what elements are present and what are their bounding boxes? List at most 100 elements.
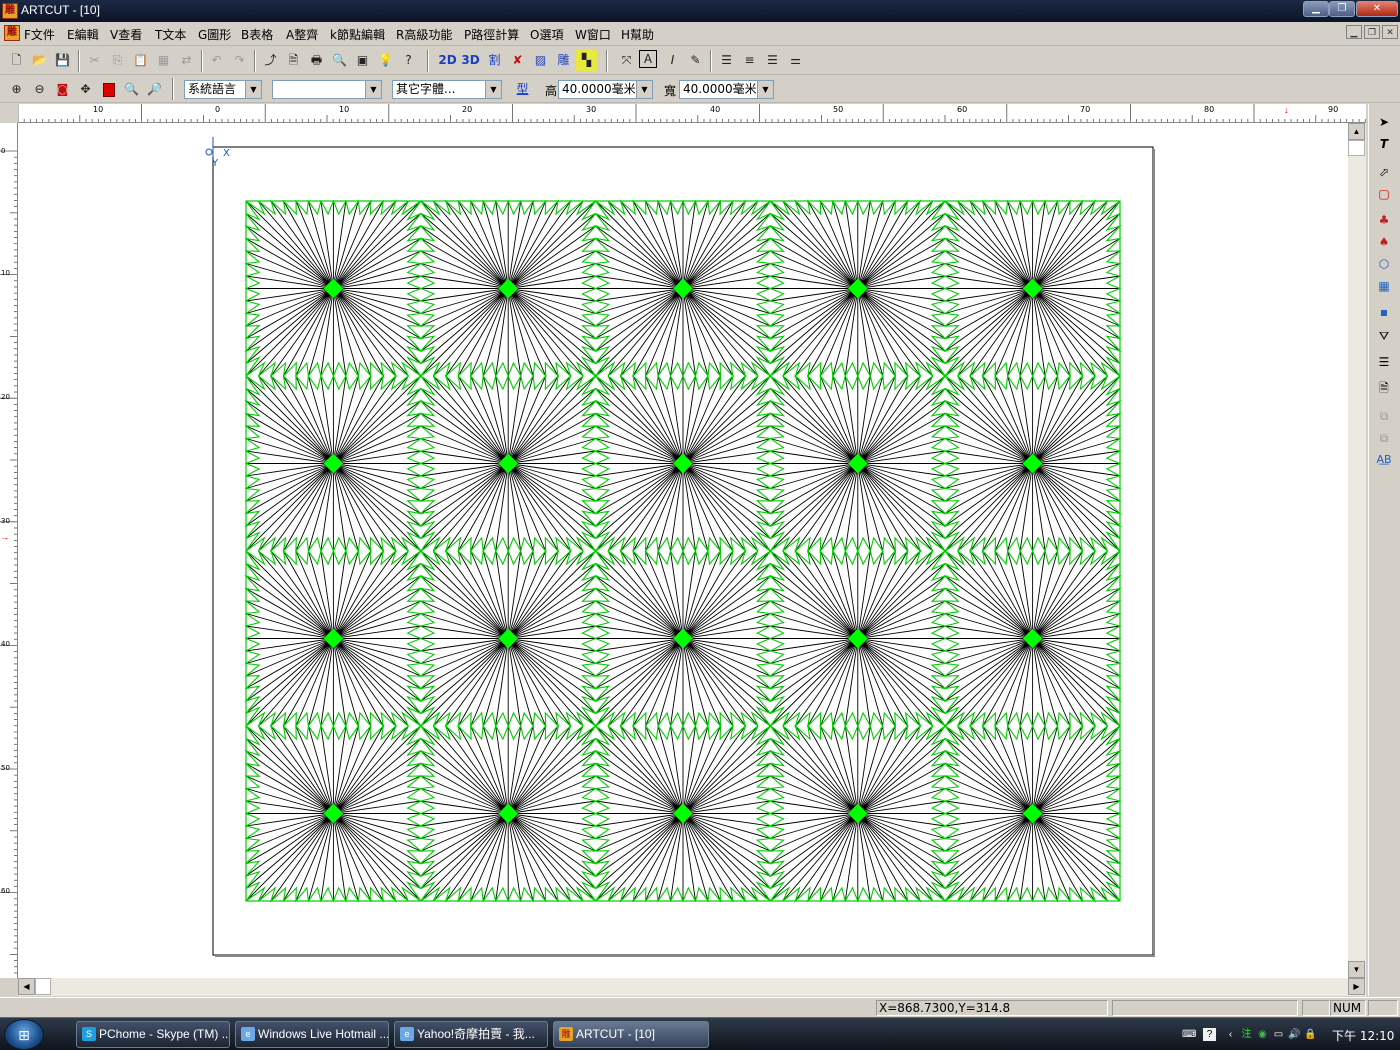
starburst-cell[interactable] bbox=[943, 199, 1122, 378]
menu-help[interactable]: H幫助 bbox=[621, 26, 654, 43]
taskbar-item-hotmail[interactable]: e Windows Live Hotmail ... bbox=[235, 1021, 389, 1048]
starburst-cell[interactable] bbox=[768, 724, 947, 903]
horizontal-scrollbar[interactable]: ◀ ▶ bbox=[18, 978, 1366, 996]
starburst-cell[interactable] bbox=[943, 549, 1122, 728]
menu-text[interactable]: T文本 bbox=[155, 26, 186, 43]
mdi-minimize-button[interactable]: ▁ bbox=[1346, 25, 1362, 39]
vertical-scrollbar[interactable]: ▲ ▼ bbox=[1348, 123, 1366, 978]
node-tool-icon[interactable]: ⤧ bbox=[616, 50, 637, 71]
menu-graphic[interactable]: G圖形 bbox=[198, 26, 231, 43]
mode-2d-button[interactable]: 2D bbox=[437, 50, 458, 71]
taskbar-item-yahoo[interactable]: e Yahoo!奇摩拍賣 - 我... bbox=[394, 1021, 548, 1048]
node-edit-icon[interactable]: ⬀ bbox=[1373, 162, 1395, 182]
zoom-all-icon[interactable]: 🔎 bbox=[144, 79, 165, 100]
help-tray-icon[interactable]: ? bbox=[1203, 1028, 1216, 1041]
other-font-select[interactable]: 其它字體... ▼ bbox=[392, 80, 502, 99]
document-icon[interactable]: 雕 bbox=[4, 25, 20, 41]
layer-tool-icon[interactable]: ⧉ bbox=[1373, 406, 1395, 426]
carve-output-button[interactable]: 雕 bbox=[553, 50, 574, 71]
mdi-restore-button[interactable]: ❐ bbox=[1364, 25, 1380, 39]
replace-icon[interactable]: ⇄ bbox=[176, 50, 197, 71]
scroll-down-arrow-icon[interactable]: ▼ bbox=[1348, 961, 1365, 978]
height-field[interactable]: 40.0000毫米 ▼ bbox=[558, 80, 653, 99]
close-button[interactable]: ✕ bbox=[1356, 1, 1398, 17]
starburst-cell[interactable] bbox=[768, 549, 947, 728]
language-select[interactable]: 系統語言 ▼ bbox=[184, 80, 262, 99]
starburst-cell[interactable] bbox=[943, 724, 1122, 903]
export-icon[interactable]: 🗎 bbox=[283, 50, 304, 71]
starburst-cell[interactable] bbox=[768, 199, 947, 378]
menu-align[interactable]: A整齊 bbox=[286, 26, 318, 43]
plotter-icon[interactable]: ▚ bbox=[576, 50, 597, 71]
menu-advanced[interactable]: R高級功能 bbox=[396, 26, 452, 43]
menu-view[interactable]: V查看 bbox=[110, 26, 142, 43]
pan-icon[interactable]: ✥ bbox=[75, 79, 96, 100]
design-artwork[interactable]: X Y bbox=[18, 123, 1348, 978]
starburst-cell[interactable] bbox=[244, 374, 423, 553]
starburst-cell[interactable] bbox=[593, 724, 773, 903]
starburst-cell[interactable] bbox=[244, 724, 423, 903]
horizontal-scroll-thumb[interactable] bbox=[35, 978, 51, 995]
type-style-button[interactable]: 型 bbox=[512, 79, 533, 100]
starburst-cell[interactable] bbox=[768, 374, 947, 553]
show-hidden-icon[interactable]: ‹ bbox=[1224, 1028, 1237, 1041]
hatch-icon[interactable]: ▨ bbox=[530, 50, 551, 71]
taskbar-item-skype[interactable]: S PChome - Skype (TM) ... bbox=[76, 1021, 230, 1048]
page-tool-icon[interactable]: 🗎 bbox=[1373, 378, 1395, 398]
save-icon[interactable]: 💾 bbox=[52, 50, 73, 71]
shield-icon[interactable]: ◉ bbox=[1256, 1028, 1269, 1041]
starburst-cell[interactable] bbox=[943, 374, 1122, 553]
print-icon[interactable]: 🖶 bbox=[306, 50, 327, 71]
maximize-button[interactable]: ❐ bbox=[1329, 1, 1355, 17]
text-replace-icon[interactable]: A͟B bbox=[1373, 450, 1395, 470]
italic-icon[interactable]: I bbox=[662, 50, 683, 71]
page-setup-icon[interactable]: ▣ bbox=[352, 50, 373, 71]
color-swatch-icon[interactable] bbox=[98, 79, 119, 100]
mode-3d-button[interactable]: 3D bbox=[460, 50, 481, 71]
artcut-app-icon[interactable]: 雕 bbox=[2, 3, 18, 19]
scroll-left-arrow-icon[interactable]: ◀ bbox=[18, 978, 35, 995]
effect-tool-icon[interactable]: ♠ bbox=[1373, 232, 1395, 252]
scroll-right-arrow-icon[interactable]: ▶ bbox=[1348, 978, 1365, 995]
menu-file[interactable]: F文件 bbox=[24, 26, 55, 43]
start-button[interactable]: ⊞ bbox=[4, 1019, 44, 1050]
knife-icon[interactable]: ✘ bbox=[507, 50, 528, 71]
starburst-cell[interactable] bbox=[593, 199, 773, 378]
layer-tool-icon-2[interactable]: ⧉ bbox=[1373, 428, 1395, 448]
text-frame-icon[interactable]: A bbox=[639, 50, 657, 68]
table-tool-icon[interactable]: ▦ bbox=[1373, 276, 1395, 296]
redo-icon[interactable]: ↷ bbox=[229, 50, 250, 71]
align-left-icon[interactable]: ☰ bbox=[716, 50, 737, 71]
text-tool-icon[interactable]: T bbox=[1373, 134, 1395, 154]
zoom-select-icon[interactable]: 🔍 bbox=[121, 79, 142, 100]
paint-bucket-icon[interactable]: ⛛ bbox=[1373, 326, 1395, 346]
zoom-in-icon[interactable]: ⊕ bbox=[6, 79, 27, 100]
starburst-cell[interactable] bbox=[593, 549, 773, 728]
taskbar-item-artcut[interactable]: 雕 ARTCUT - [10] bbox=[553, 1021, 709, 1048]
new-file-icon[interactable]: 🗋 bbox=[6, 50, 27, 71]
paste-icon[interactable]: 📋 bbox=[130, 50, 151, 71]
cut-icon[interactable]: ✂ bbox=[84, 50, 105, 71]
text-align-icon[interactable]: ☰ bbox=[1373, 352, 1395, 372]
ime-icon[interactable]: 注 bbox=[1240, 1028, 1253, 1041]
paste-special-icon[interactable]: ▦ bbox=[153, 50, 174, 71]
starburst-cell[interactable] bbox=[419, 549, 598, 728]
justify-icon[interactable]: ⚌ bbox=[785, 50, 806, 71]
menu-window[interactable]: W窗口 bbox=[575, 26, 611, 43]
starburst-cell[interactable] bbox=[419, 374, 598, 553]
width-field[interactable]: 40.0000毫米 ▼ bbox=[679, 80, 774, 99]
cut-output-button[interactable]: 割 bbox=[484, 50, 505, 71]
open-folder-icon[interactable]: 📂 bbox=[29, 50, 50, 71]
mdi-close-button[interactable]: ✕ bbox=[1382, 25, 1398, 39]
scroll-up-arrow-icon[interactable]: ▲ bbox=[1348, 123, 1365, 140]
font-select[interactable]: ▼ bbox=[272, 80, 382, 99]
rectangle-tool-icon[interactable]: ▢ bbox=[1373, 184, 1395, 204]
clock[interactable]: 下午 12:10 bbox=[1332, 1027, 1394, 1044]
align-center-icon[interactable]: ≡ bbox=[739, 50, 760, 71]
copy-icon[interactable]: ⎘ bbox=[107, 50, 128, 71]
starburst-cell[interactable] bbox=[419, 199, 598, 378]
starburst-cell[interactable] bbox=[419, 724, 598, 903]
keyboard-icon[interactable]: ⌨ bbox=[1182, 1028, 1196, 1041]
starburst-cell[interactable] bbox=[593, 374, 773, 553]
drawing-canvas[interactable]: X Y bbox=[18, 123, 1366, 978]
